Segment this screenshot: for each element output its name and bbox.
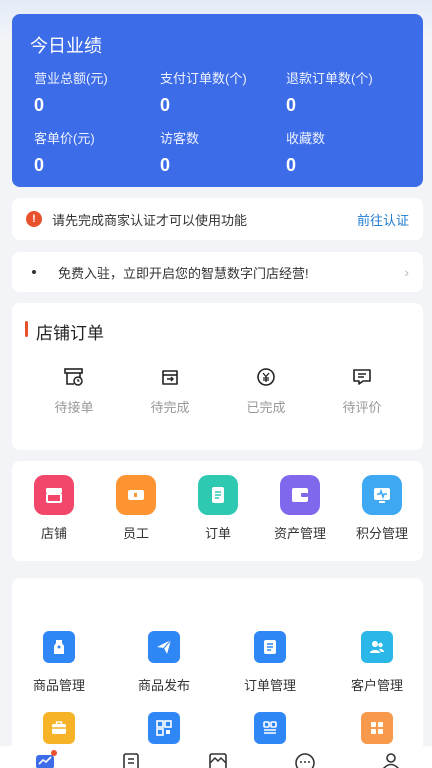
menu-order-management[interactable]: 订单管理 (220, 631, 320, 694)
staff-icon (116, 475, 156, 515)
stat-label: 客单价(元) (34, 131, 95, 146)
order-completed[interactable]: 已完成 (226, 367, 306, 416)
stat-visitors: 访客数 0 (160, 128, 290, 176)
stat-label: 退款订单数(个) (286, 71, 373, 86)
order-list-icon (254, 631, 286, 663)
user-icon (382, 753, 400, 768)
qrcode-icon (148, 712, 180, 744)
menu-apps[interactable] (327, 712, 423, 744)
tool-label: 员工 (122, 526, 149, 541)
notice-text: 请先完成商家认证才可以使用功能 (52, 212, 248, 228)
performance-card: 今日业绩 营业总额(元) 0 支付订单数(个) 0 退款订单数(个) 0 客单价… (12, 14, 423, 187)
order-label: 待评价 (342, 400, 382, 415)
pending-review-icon (353, 369, 371, 385)
wallet-icon (280, 475, 320, 515)
order-pending-complete[interactable]: 待完成 (130, 367, 210, 416)
menu-customer-management[interactable]: 客户管理 (327, 631, 423, 694)
pending-complete-icon (162, 370, 178, 385)
stat-favorites: 收藏数 0 (286, 128, 416, 176)
customers-icon (361, 631, 393, 663)
badge-dot (51, 750, 57, 756)
order-pending-accept[interactable]: 待接单 (34, 367, 114, 416)
apps-grid-icon (361, 712, 393, 744)
stat-refund-orders: 退款订单数(个) 0 (286, 68, 416, 116)
bottom-tab-bar (0, 746, 432, 768)
tab-orders[interactable] (120, 752, 142, 768)
image-icon (209, 753, 227, 768)
stat-value: 0 (160, 95, 171, 115)
tool-order[interactable]: 订单 (176, 475, 260, 542)
go-verify-link[interactable]: 前往认证 (357, 210, 409, 229)
tool-label: 积分管理 (355, 526, 408, 541)
scan-icon (254, 712, 286, 744)
order-icon (198, 475, 238, 515)
points-icon (362, 475, 402, 515)
tool-staff[interactable]: 员工 (94, 475, 178, 542)
verification-notice: ! 请先完成商家认证才可以使用功能 前往认证 (12, 198, 423, 240)
tab-profile[interactable] (380, 752, 402, 768)
quick-tools-card: 店铺 员工 订单 资产管理 积分管理 (12, 461, 423, 561)
stat-label: 收藏数 (286, 131, 326, 146)
tab-messages[interactable] (294, 752, 316, 768)
menu-label: 商品管理 (32, 678, 85, 693)
completed-icon (257, 368, 275, 386)
document-icon (123, 753, 139, 768)
chevron-right-icon: › (404, 264, 409, 280)
menu-label: 客户管理 (350, 678, 403, 693)
store-icon (34, 475, 74, 515)
menu-label: 订单管理 (243, 678, 296, 693)
management-card: 商品管理 商品发布 订单管理 客户管理 (12, 578, 423, 758)
stat-revenue: 营业总额(元) 0 (34, 68, 164, 116)
stat-value: 0 (286, 95, 297, 115)
tool-label: 店铺 (40, 526, 67, 541)
store-orders-card: 店铺订单 待接单 待完成 已完成 待评价 (12, 303, 423, 450)
stat-label: 营业总额(元) (34, 71, 108, 86)
stat-avg-order: 客单价(元) 0 (34, 128, 164, 176)
menu-product-management[interactable]: 商品管理 (12, 631, 109, 694)
menu-qrcode[interactable] (114, 712, 214, 744)
stat-value: 0 (160, 155, 171, 175)
tab-gallery[interactable] (207, 752, 229, 768)
performance-title: 今日业绩 (30, 36, 102, 56)
banner-text: 免费入驻，立即开启您的智慧数字门店经营! (58, 265, 309, 281)
order-label: 已完成 (246, 400, 286, 415)
stat-label: 支付订单数(个) (160, 71, 247, 86)
pending-accept-icon (64, 368, 83, 386)
product-tag-icon (43, 631, 75, 663)
onboarding-banner[interactable]: 免费入驻，立即开启您的智慧数字门店经营! › (12, 252, 423, 292)
tool-assets[interactable]: 资产管理 (258, 475, 342, 542)
order-pending-review[interactable]: 待评价 (322, 367, 402, 416)
tool-points[interactable]: 积分管理 (340, 475, 424, 542)
menu-scan[interactable] (220, 712, 320, 744)
order-label: 待接单 (54, 400, 94, 415)
message-icon (295, 753, 315, 768)
stat-paid-orders: 支付订单数(个) 0 (160, 68, 290, 116)
menu-label: 商品发布 (137, 678, 190, 693)
tab-data[interactable] (34, 750, 57, 768)
publish-plane-icon (148, 631, 180, 663)
menu-product-publish[interactable]: 商品发布 (114, 631, 214, 694)
menu-briefcase[interactable] (12, 712, 109, 744)
stat-value: 0 (286, 155, 297, 175)
tool-label: 资产管理 (273, 526, 326, 541)
stat-label: 访客数 (160, 131, 200, 146)
bullet-dot (32, 270, 36, 274)
tool-label: 订单 (204, 526, 231, 541)
tool-store[interactable]: 店铺 (12, 475, 96, 542)
section-accent-bar (25, 321, 28, 337)
stat-value: 0 (34, 95, 45, 115)
warning-icon: ! (26, 211, 42, 227)
stat-value: 0 (34, 155, 45, 175)
order-label: 待完成 (150, 400, 190, 415)
briefcase-icon (43, 712, 75, 744)
orders-title: 店铺订单 (36, 324, 104, 343)
